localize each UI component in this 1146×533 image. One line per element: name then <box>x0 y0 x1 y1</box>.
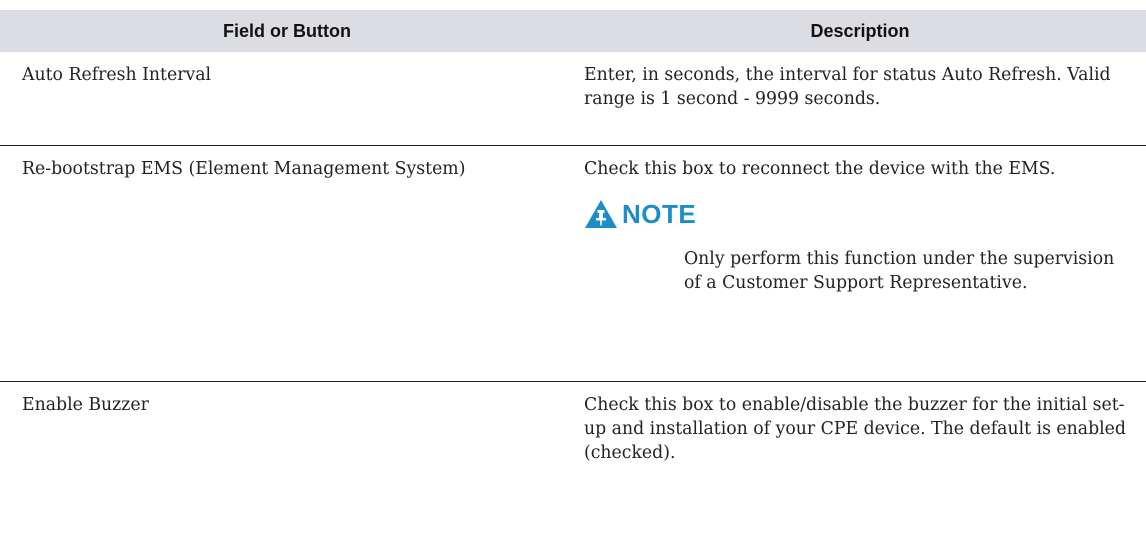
table-row: Enable Buzzer Check this box to enable/d… <box>0 382 1146 507</box>
description-re-bootstrap-ems: Check this box to reconnect the device w… <box>574 145 1146 382</box>
description-enable-buzzer: Check this box to enable/disable the buz… <box>584 395 1126 463</box>
table-row: Auto Refresh Interval Enter, in seconds,… <box>0 52 1146 146</box>
note-heading: NOTE <box>584 199 1132 229</box>
field-name-enable-buzzer: Enable Buzzer <box>22 395 149 415</box>
field-description-table: Field or Button Description Auto Refresh… <box>0 10 1146 506</box>
table-header-row: Field or Button Description <box>0 10 1146 52</box>
description-text: Check this box to reconnect the device w… <box>584 159 1056 179</box>
header-description: Description <box>574 10 1146 52</box>
field-description-table-container: Field or Button Description Auto Refresh… <box>0 10 1146 506</box>
warning-pin-icon <box>585 200 617 228</box>
note-text: Only perform this function under the sup… <box>684 249 1115 293</box>
table-row: Re-bootstrap EMS (Element Management Sys… <box>0 145 1146 382</box>
description-auto-refresh-interval: Enter, in seconds, the interval for stat… <box>574 52 1146 146</box>
field-name-auto-refresh-interval: Auto Refresh Interval <box>0 52 574 146</box>
header-field-or-button: Field or Button <box>0 10 574 52</box>
note-label: NOTE <box>622 199 697 229</box>
field-name-re-bootstrap-ems: Re-bootstrap EMS (Element Management Sys… <box>0 145 574 382</box>
